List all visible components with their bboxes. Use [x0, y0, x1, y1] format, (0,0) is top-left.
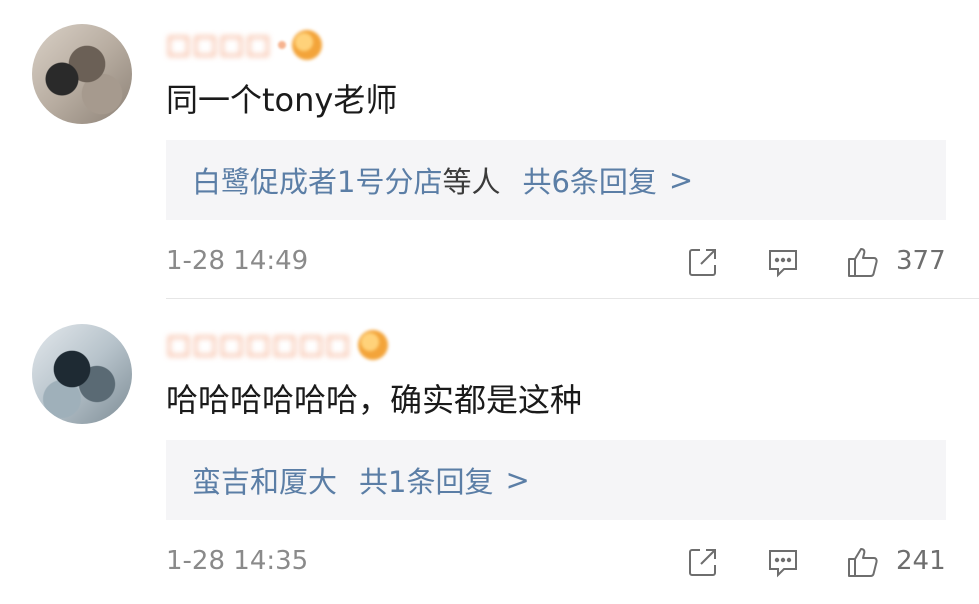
thumbs-up-icon[interactable] [846, 545, 880, 579]
vip-badge-icon [292, 30, 323, 60]
comment-item: □□□□□□□ 哈哈哈哈哈哈，确实都是这种 蛮吉和厦大 共1条回复 > 1-28… [0, 300, 979, 604]
share-icon[interactable] [686, 545, 720, 579]
username-text[interactable]: □□□□ [166, 30, 272, 60]
chevron-right-icon[interactable]: > [669, 163, 693, 197]
vip-badge-icon [357, 330, 388, 360]
comment-item: □□□□ 同一个tony老师 白鹭促成者1号分店 等人 共6条回复 > 1-28… [0, 0, 979, 300]
level-dot-icon [278, 41, 287, 49]
reply-preview[interactable]: 蛮吉和厦大 共1条回复 > [166, 440, 946, 520]
like-count: 241 [896, 546, 946, 576]
username[interactable]: □□□□ [166, 28, 323, 62]
reply-count-link[interactable]: 共1条回复 [359, 459, 493, 501]
comment-text: 同一个tony老师 [166, 81, 398, 119]
chevron-right-icon[interactable]: > [505, 463, 529, 497]
avatar[interactable] [32, 24, 132, 124]
reply-names[interactable]: 蛮吉和厦大 [192, 459, 337, 501]
reply-names[interactable]: 白鹭促成者1号分店 [192, 159, 442, 201]
comment-icon[interactable] [766, 245, 800, 279]
username-text[interactable]: □□□□□□□ [166, 330, 352, 360]
timestamp: 1-28 14:35 [166, 546, 309, 576]
comment-text: 哈哈哈哈哈哈，确实都是这种 [166, 381, 583, 419]
reply-preview[interactable]: 白鹭促成者1号分店 等人 共6条回复 > [166, 140, 946, 220]
comment-meta: 1-28 14:49 377 [166, 241, 946, 281]
avatar[interactable] [32, 324, 132, 424]
timestamp: 1-28 14:49 [166, 246, 309, 276]
share-icon[interactable] [686, 245, 720, 279]
username[interactable]: □□□□□□□ [166, 328, 388, 362]
reply-count-link[interactable]: 共6条回复 [522, 159, 656, 201]
like-count: 377 [896, 246, 946, 276]
reply-suffix: 等人 [442, 165, 501, 199]
divider [166, 298, 979, 299]
comment-meta: 1-28 14:35 241 [166, 541, 946, 581]
comment-icon[interactable] [766, 545, 800, 579]
thumbs-up-icon[interactable] [846, 245, 880, 279]
